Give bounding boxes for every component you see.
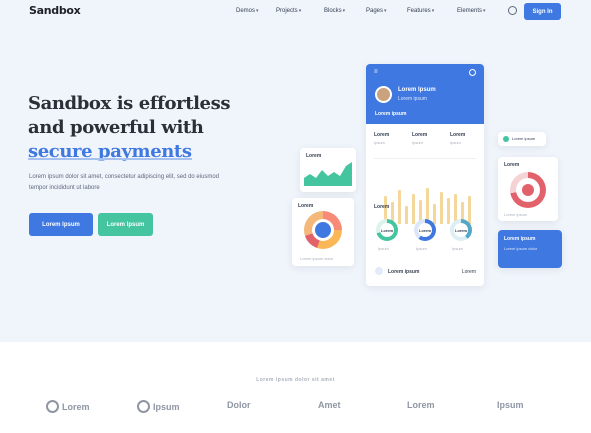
card-footnote: Lorem ipsum (504, 212, 528, 217)
bar (405, 206, 408, 224)
ring-center (522, 184, 534, 196)
notification-card: Lorem ipsum (498, 132, 546, 146)
client-logo: Ipsum (137, 400, 180, 413)
nav-item-features[interactable]: Features ▾ (407, 8, 434, 14)
brand-name: Amet (318, 400, 341, 410)
clients-title: Lorem ipsum dolor sit amet (256, 377, 335, 383)
brand-icon (137, 400, 150, 413)
pie-legend: Lorem ipsum dolor (300, 256, 334, 261)
client-logo: Amet (318, 400, 341, 410)
section-label: Lorem (374, 204, 390, 210)
brand-name: Dolor (227, 400, 251, 410)
donut-chart: Lorem (414, 219, 436, 241)
bar (447, 198, 450, 224)
stat-value: Ipsum (450, 140, 461, 145)
chevron-down-icon: ▾ (298, 8, 302, 14)
nav-item-pages[interactable]: Pages ▾ (366, 8, 387, 14)
notification-text: Lorem ipsum (512, 136, 536, 141)
globe-icon[interactable] (508, 6, 517, 15)
donut-chart: Lorem (450, 219, 472, 241)
nav-item-demos[interactable]: Demos ▾ (236, 8, 259, 14)
donut-chart: Lorem (376, 219, 398, 241)
nav-item-elements[interactable]: Elements ▾ (457, 8, 486, 14)
avatar (375, 86, 392, 103)
status-dot-icon (503, 136, 509, 142)
nav-item-label: Features (407, 8, 431, 14)
bar (440, 192, 443, 224)
balance-text: Lorem ipsum (375, 111, 407, 117)
bar (412, 194, 415, 224)
donut-label: Ipsum (378, 246, 389, 251)
hero-headline: Sandbox is effortless and powerful with … (28, 92, 230, 164)
nav-item-label: Demos (236, 8, 256, 14)
logo[interactable]: Sandbox (29, 4, 81, 17)
stat-label: Lorem (450, 132, 466, 138)
gear-icon (469, 69, 476, 76)
chevron-down-icon: ▾ (342, 8, 346, 14)
stat-value: Ipsum (374, 140, 385, 145)
stat-item: Lorem Ipsum (450, 132, 465, 145)
card-label: Lorem (298, 203, 314, 209)
divider (374, 158, 476, 159)
footer-value: Lorem (461, 269, 476, 275)
primary-cta-button[interactable]: Lorem Ipsum (29, 213, 93, 236)
transaction-icon (375, 267, 383, 275)
card-subtitle: Lorem ipsum dolor (504, 246, 538, 251)
pie-chart-graphic (304, 211, 342, 249)
stat-item: Lorem Ipsum (374, 132, 389, 145)
nav-item-projects[interactable]: Projects ▾ (276, 8, 301, 14)
brand-name: Lorem (407, 400, 435, 410)
nav-item-label: Elements (457, 8, 483, 14)
user-subtitle: Lorem ipsum (398, 96, 427, 102)
bar (398, 190, 401, 224)
user-name: Lorem Ipsum (398, 87, 436, 93)
hero-subtext: Lorem ipsum dolor sit amet, consectetur … (29, 174, 220, 191)
bar (433, 204, 436, 224)
bar (468, 196, 471, 224)
donut-label: Ipsum (416, 246, 427, 251)
brand-name: Lorem (62, 401, 90, 412)
headline-line-1: Sandbox is effortless (28, 93, 231, 114)
chevron-down-icon: ▾ (483, 8, 486, 14)
nav-item-label: Pages (366, 8, 384, 14)
sign-in-button[interactable]: Sign In (524, 3, 561, 20)
phone-header: ≡ Lorem Ipsum Lorem ipsum Lorem ipsum (366, 64, 484, 124)
footer-label: Lorem ipsum (388, 269, 420, 275)
client-logo: Ipsum (497, 400, 524, 410)
brand-name: Ipsum (497, 400, 524, 410)
nav-item-label: Blocks (324, 8, 342, 14)
pie-chart-card: Lorem Lorem ipsum dolor (292, 198, 354, 266)
top-navbar: Sandbox Demos ▾ Projects ▾ Blocks ▾ Pages ▾ … (0, 0, 591, 26)
donut-label: Ipsum (452, 246, 463, 251)
ring-chart-card: Lorem Lorem ipsum (498, 157, 558, 221)
client-logo: Lorem (407, 400, 435, 410)
stat-label: Lorem (374, 132, 390, 138)
headline-accent: secure payments (28, 141, 192, 162)
card-label: Lorem ipsum (504, 236, 536, 242)
area-chart-card: Lorem (300, 148, 356, 192)
stat-item: Lorem Ipsum (412, 132, 427, 145)
chevron-down-icon: ▾ (256, 8, 259, 14)
card-label: Lorem (504, 162, 520, 168)
nav-item-blocks[interactable]: Blocks ▾ (324, 8, 345, 14)
blue-info-card: Lorem ipsum Lorem ipsum dolor (498, 230, 562, 268)
phone-mockup: ≡ Lorem Ipsum Lorem ipsum Lorem ipsum Lo… (366, 64, 484, 286)
stat-label: Lorem (412, 132, 428, 138)
donut-value: Lorem (454, 223, 468, 237)
stat-value: Ipsum (412, 140, 423, 145)
headline-line-2: and powerful with (28, 117, 204, 138)
clients-section: Lorem ipsum dolor sit amet Lorem Ipsum D… (0, 342, 591, 433)
chevron-down-icon: ▾ (384, 8, 387, 14)
chevron-down-icon: ▾ (431, 8, 435, 14)
brand-name: Ipsum (153, 401, 180, 412)
donut-value: Lorem (418, 223, 432, 237)
donut-value: Lorem (380, 223, 394, 237)
nav-item-label: Projects (276, 8, 298, 14)
brand-icon (46, 400, 59, 413)
secondary-cta-button[interactable]: Lorem Ipsum (98, 213, 153, 236)
client-logo: Lorem (46, 400, 90, 413)
menu-icon: ≡ (374, 69, 378, 75)
area-chart-graphic (304, 162, 352, 186)
client-logo: Dolor (227, 400, 251, 410)
